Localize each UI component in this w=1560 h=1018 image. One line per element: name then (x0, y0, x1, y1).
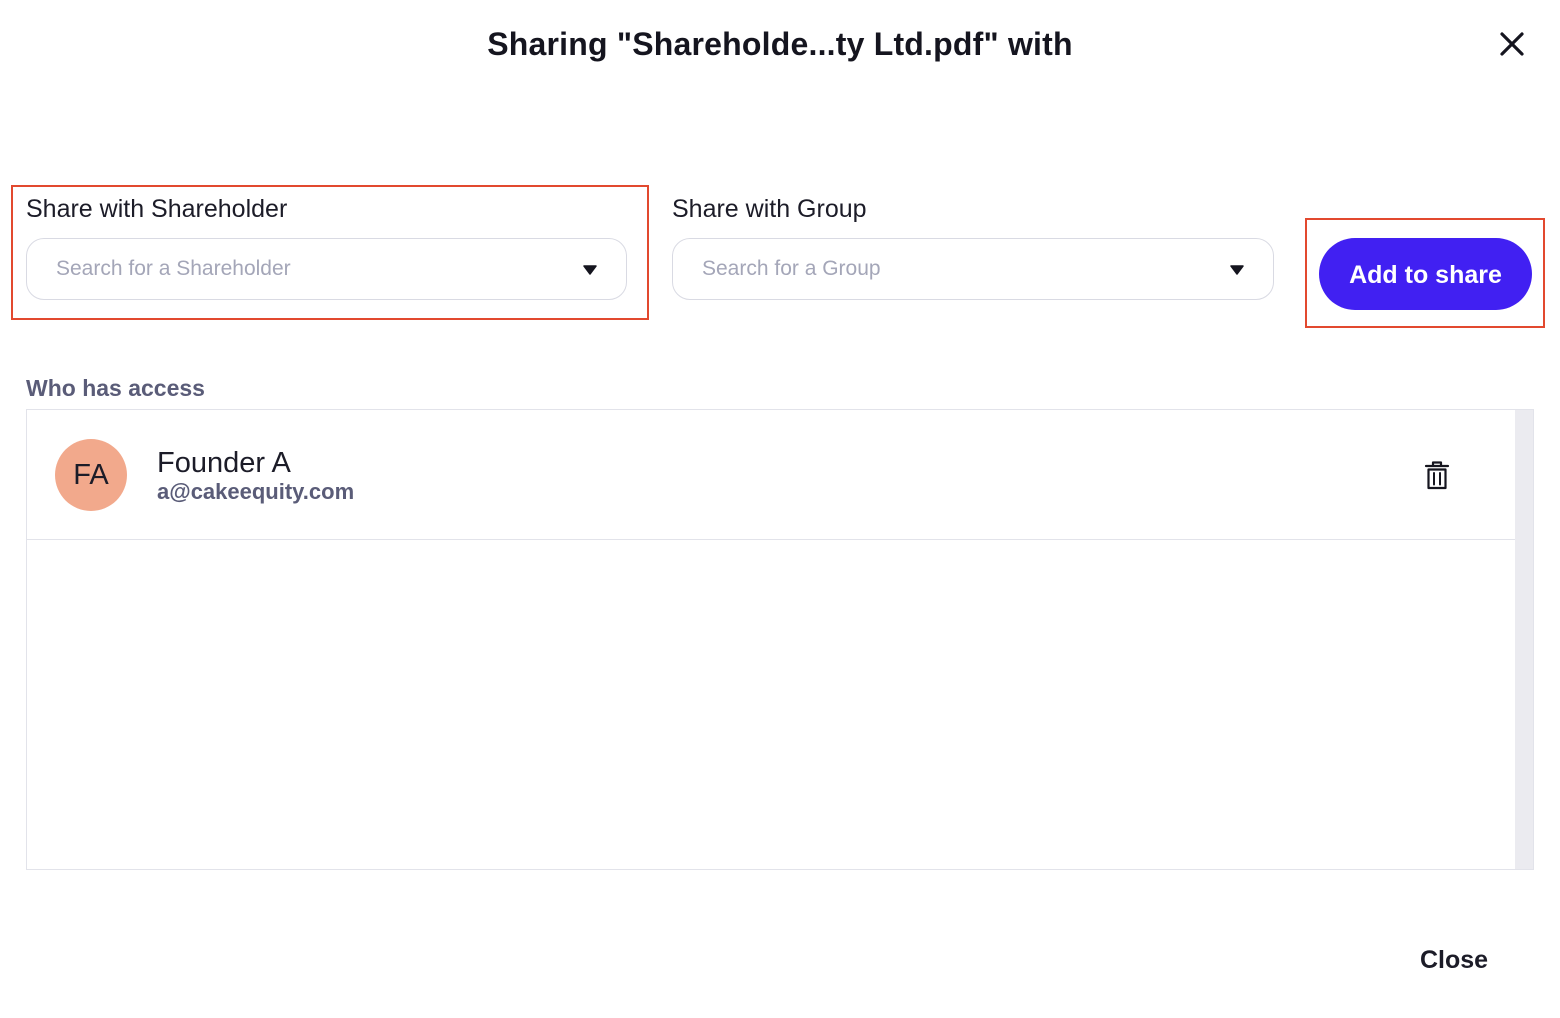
person-email: a@cakeequity.com (157, 479, 355, 504)
avatar: FA (55, 439, 127, 511)
shareholder-field-label: Share with Shareholder (26, 195, 288, 223)
who-has-access-heading: Who has access (26, 375, 205, 401)
caret-down-icon (1229, 263, 1245, 281)
shareholder-select-placeholder: Search for a Shareholder (56, 257, 291, 280)
access-list[interactable]: FA Founder A a@cakeequity.com (26, 409, 1534, 870)
add-to-share-button[interactable]: Add to share (1319, 238, 1532, 310)
scrollbar[interactable] (1515, 410, 1533, 869)
group-select-placeholder: Search for a Group (702, 257, 881, 280)
group-select[interactable]: Search for a Group (672, 238, 1274, 300)
trash-icon[interactable] (1423, 459, 1451, 491)
access-row: FA Founder A a@cakeequity.com (27, 410, 1516, 540)
close-button[interactable]: Close (1420, 946, 1488, 975)
shareholder-select[interactable]: Search for a Shareholder (26, 238, 627, 300)
person-name: Founder A (157, 447, 291, 479)
caret-down-icon (582, 263, 598, 281)
dialog-title: Sharing "Shareholde...ty Ltd.pdf" with (487, 26, 1073, 62)
group-field-label: Share with Group (672, 195, 867, 223)
close-icon[interactable] (1494, 26, 1530, 62)
